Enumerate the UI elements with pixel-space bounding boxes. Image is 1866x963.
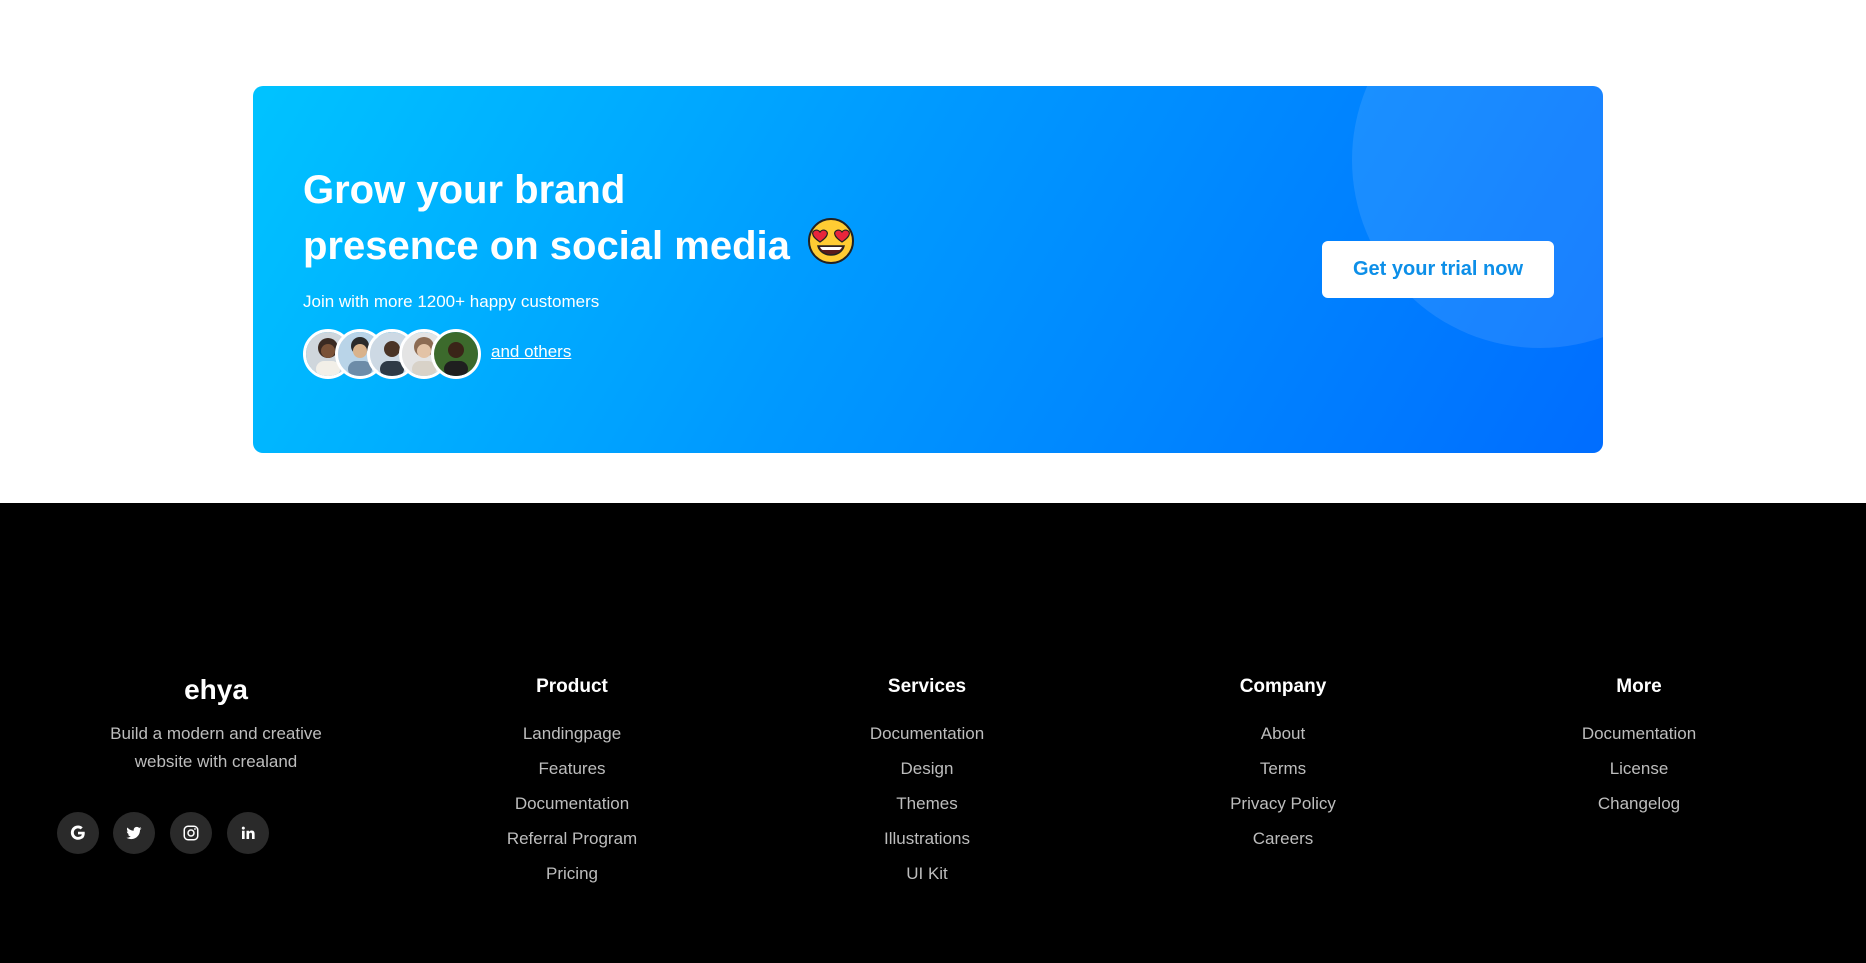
avatar [431,329,481,379]
footer-link[interactable]: About [1163,724,1403,744]
linkedin-icon[interactable] [227,812,269,854]
cta-title: Grow your brand presence on social media [303,164,1003,273]
footer-link[interactable]: Pricing [452,864,692,884]
footer-link[interactable]: Terms [1163,759,1403,779]
footer-link[interactable]: Documentation [1519,724,1759,744]
cta-title-line2: presence on social media [303,224,790,268]
footer-link[interactable]: Landingpage [452,724,692,744]
footer-brand: ehya Build a modern and creative website… [55,674,377,776]
others-link[interactable]: and others [491,342,571,362]
footer: ehya Build a modern and creative website… [0,503,1866,963]
column-title: Services [887,676,967,697]
brand-description: Build a modern and creative website with… [110,724,322,771]
footer-link[interactable]: Privacy Policy [1163,794,1403,814]
trial-button[interactable]: Get your trial now [1322,241,1554,298]
footer-link[interactable]: Documentation [807,724,1047,744]
cta-subtitle: Join with more 1200+ happy customers [303,292,600,311]
cta-title-line1: Grow your brand [303,168,626,212]
footer-column-more: More Documentation License Changelog [1519,676,1759,829]
footer-column-product: Product Landingpage Features Documentati… [452,676,692,899]
column-title: More [1616,676,1662,697]
brand-logo[interactable]: ehya [55,674,377,706]
column-title: Company [1239,676,1327,697]
footer-column-services: Services Documentation Design Themes Ill… [807,676,1047,899]
footer-link[interactable]: Referral Program [452,829,692,849]
cta-banner: Grow your brand presence on social media… [253,86,1603,453]
footer-link[interactable]: Themes [807,794,1047,814]
decorative-circle [1352,86,1603,348]
footer-link[interactable]: Features [452,759,692,779]
twitter-icon[interactable] [113,812,155,854]
footer-link[interactable]: Documentation [452,794,692,814]
column-title: Product [536,676,608,697]
cta-section: Grow your brand presence on social media… [0,0,1866,503]
footer-link[interactable]: License [1519,759,1759,779]
footer-link[interactable]: UI Kit [807,864,1047,884]
footer-link[interactable]: Illustrations [807,829,1047,849]
footer-column-company: Company About Terms Privacy Policy Caree… [1163,676,1403,864]
google-icon[interactable] [57,812,99,854]
footer-link[interactable]: Careers [1163,829,1403,849]
footer-link[interactable]: Design [807,759,1047,779]
heart-eyes-emoji-icon [808,218,854,264]
footer-link[interactable]: Changelog [1519,794,1759,814]
instagram-icon[interactable] [170,812,212,854]
